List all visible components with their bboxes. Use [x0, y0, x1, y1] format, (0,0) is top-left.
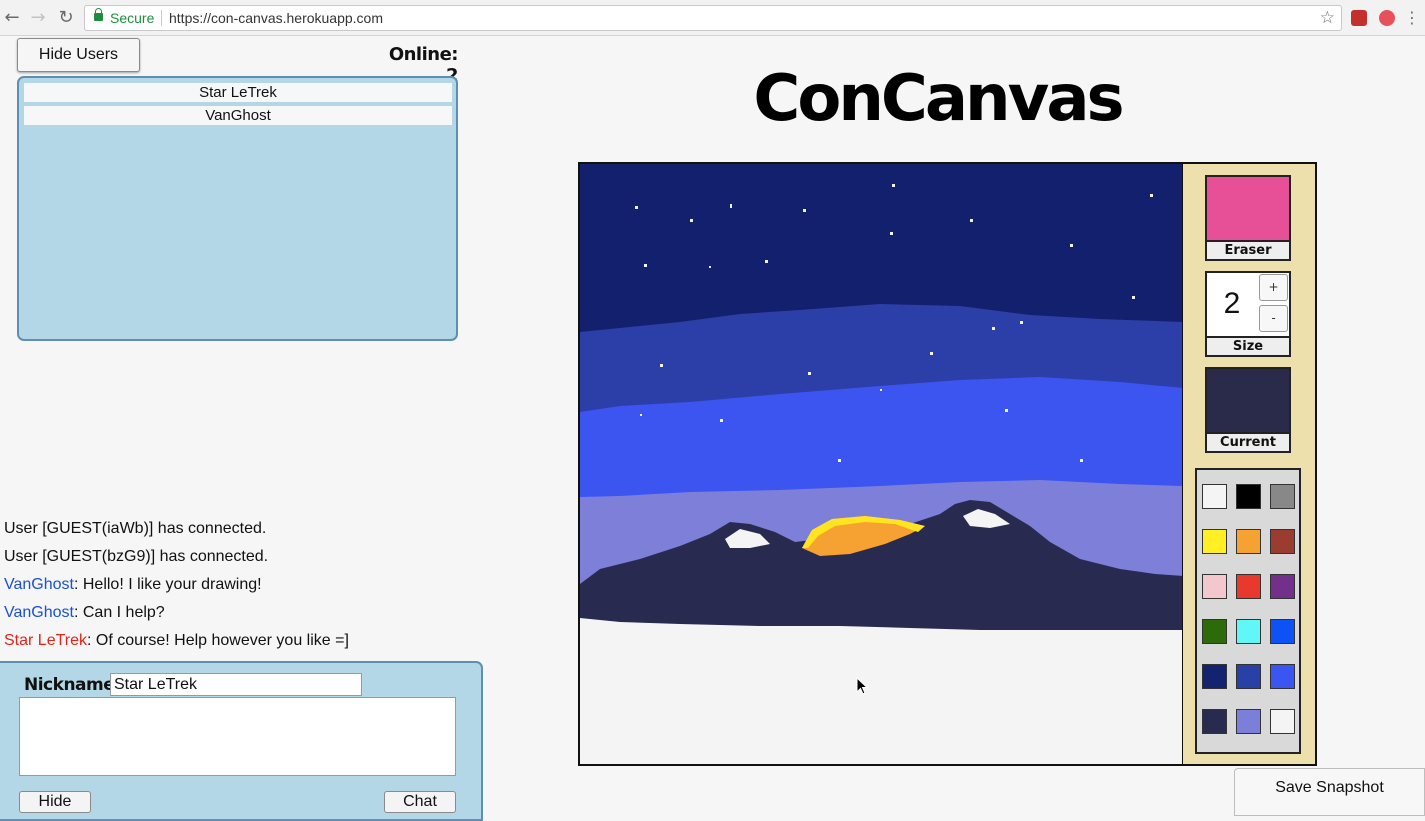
hide-users-button[interactable]: Hide Users — [17, 38, 140, 72]
chat-send-button[interactable]: Chat — [384, 791, 456, 813]
current-label: Current — [1207, 432, 1289, 451]
chat-message-input[interactable] — [19, 697, 456, 776]
brush-size-value: 2 — [1223, 287, 1241, 320]
size-increase-button[interactable]: + — [1259, 274, 1288, 301]
palette-swatch[interactable] — [1236, 664, 1261, 689]
browser-toolbar: ← → ↻ Secure https://con-canvas.herokuap… — [0, 0, 1425, 36]
tool-panel: Eraser 2 + - Size Current — [1182, 162, 1317, 766]
user-list-item[interactable]: VanGhost — [24, 106, 452, 125]
palette-swatch[interactable] — [1270, 484, 1295, 509]
chat-message: User [GUEST(bzG9)] has connected. — [4, 548, 268, 566]
palette-swatch[interactable] — [1270, 709, 1295, 734]
chat-message-text: : Hello! I like your drawing! — [73, 576, 262, 593]
palette-swatch[interactable] — [1270, 619, 1295, 644]
palette-swatch[interactable] — [1270, 574, 1295, 599]
forward-icon[interactable]: → — [28, 8, 48, 28]
address-bar[interactable]: Secure https://con-canvas.herokuapp.com … — [84, 5, 1342, 31]
user-list: Star LeTrek VanGhost — [17, 76, 458, 341]
extension-icon[interactable] — [1379, 10, 1395, 26]
chat-message-nick: VanGhost — [4, 576, 74, 593]
nickname-label: Nickname: — [24, 675, 121, 695]
reload-icon[interactable]: ↻ — [56, 8, 76, 28]
menu-icon[interactable]: ⋮ — [1402, 8, 1422, 28]
drawing-canvas[interactable] — [578, 162, 1183, 766]
nickname-input[interactable] — [110, 673, 362, 696]
palette-swatch[interactable] — [1236, 709, 1261, 734]
chat-panel: Nickname: Hide Chat — [0, 661, 483, 821]
palette-swatch[interactable] — [1202, 529, 1227, 554]
lock-icon — [94, 8, 103, 21]
chat-message-text: User [GUEST(iaWb)] has connected. — [4, 520, 267, 537]
color-palette — [1195, 468, 1301, 754]
chat-message-text: : Of course! Help however you like =] — [87, 632, 349, 649]
palette-swatch[interactable] — [1270, 664, 1295, 689]
chat-message-nick: Star LeTrek — [4, 632, 87, 649]
palette-swatch[interactable] — [1202, 709, 1227, 734]
canvas-drawing — [580, 164, 1182, 764]
size-decrease-button[interactable]: - — [1259, 305, 1288, 332]
size-tool: 2 + - Size — [1205, 271, 1291, 357]
chat-message-nick: VanGhost — [4, 604, 74, 621]
palette-swatch[interactable] — [1202, 574, 1227, 599]
palette-swatch[interactable] — [1236, 529, 1261, 554]
palette-swatch[interactable] — [1236, 574, 1261, 599]
chat-message: VanGhost: Hello! I like your drawing! — [4, 576, 262, 594]
chat-message: VanGhost: Can I help? — [4, 604, 165, 622]
palette-swatch[interactable] — [1270, 529, 1295, 554]
eraser-tool[interactable]: Eraser — [1205, 175, 1291, 261]
chat-message-text: User [GUEST(bzG9)] has connected. — [4, 548, 269, 565]
current-color-tool: Current — [1205, 367, 1291, 453]
mouse-cursor-icon — [856, 677, 869, 695]
palette-swatch[interactable] — [1202, 619, 1227, 644]
back-icon[interactable]: ← — [2, 8, 22, 28]
bookmark-star-icon[interactable]: ☆ — [1320, 8, 1335, 28]
chat-message: Star LeTrek: Of course! Help however you… — [4, 632, 349, 650]
ublock-extension-icon[interactable] — [1351, 10, 1367, 26]
palette-swatch[interactable] — [1236, 619, 1261, 644]
eraser-color-swatch[interactable] — [1207, 177, 1289, 242]
current-color-swatch — [1207, 369, 1289, 434]
hide-chat-button[interactable]: Hide — [19, 791, 91, 813]
app-title: ConCanvas — [753, 62, 1124, 136]
address-divider — [161, 10, 162, 26]
palette-swatch[interactable] — [1202, 484, 1227, 509]
secure-label: Secure — [110, 10, 155, 26]
size-label: Size — [1207, 336, 1289, 355]
palette-swatch[interactable] — [1202, 664, 1227, 689]
save-snapshot-button[interactable]: Save Snapshot — [1234, 768, 1425, 816]
palette-swatch[interactable] — [1236, 484, 1261, 509]
url-text[interactable]: https://con-canvas.herokuapp.com — [169, 10, 383, 26]
eraser-label: Eraser — [1207, 240, 1289, 259]
chat-message: User [GUEST(iaWb)] has connected. — [4, 520, 266, 538]
chat-message-text: : Can I help? — [73, 604, 165, 621]
user-list-item[interactable]: Star LeTrek — [24, 83, 452, 102]
